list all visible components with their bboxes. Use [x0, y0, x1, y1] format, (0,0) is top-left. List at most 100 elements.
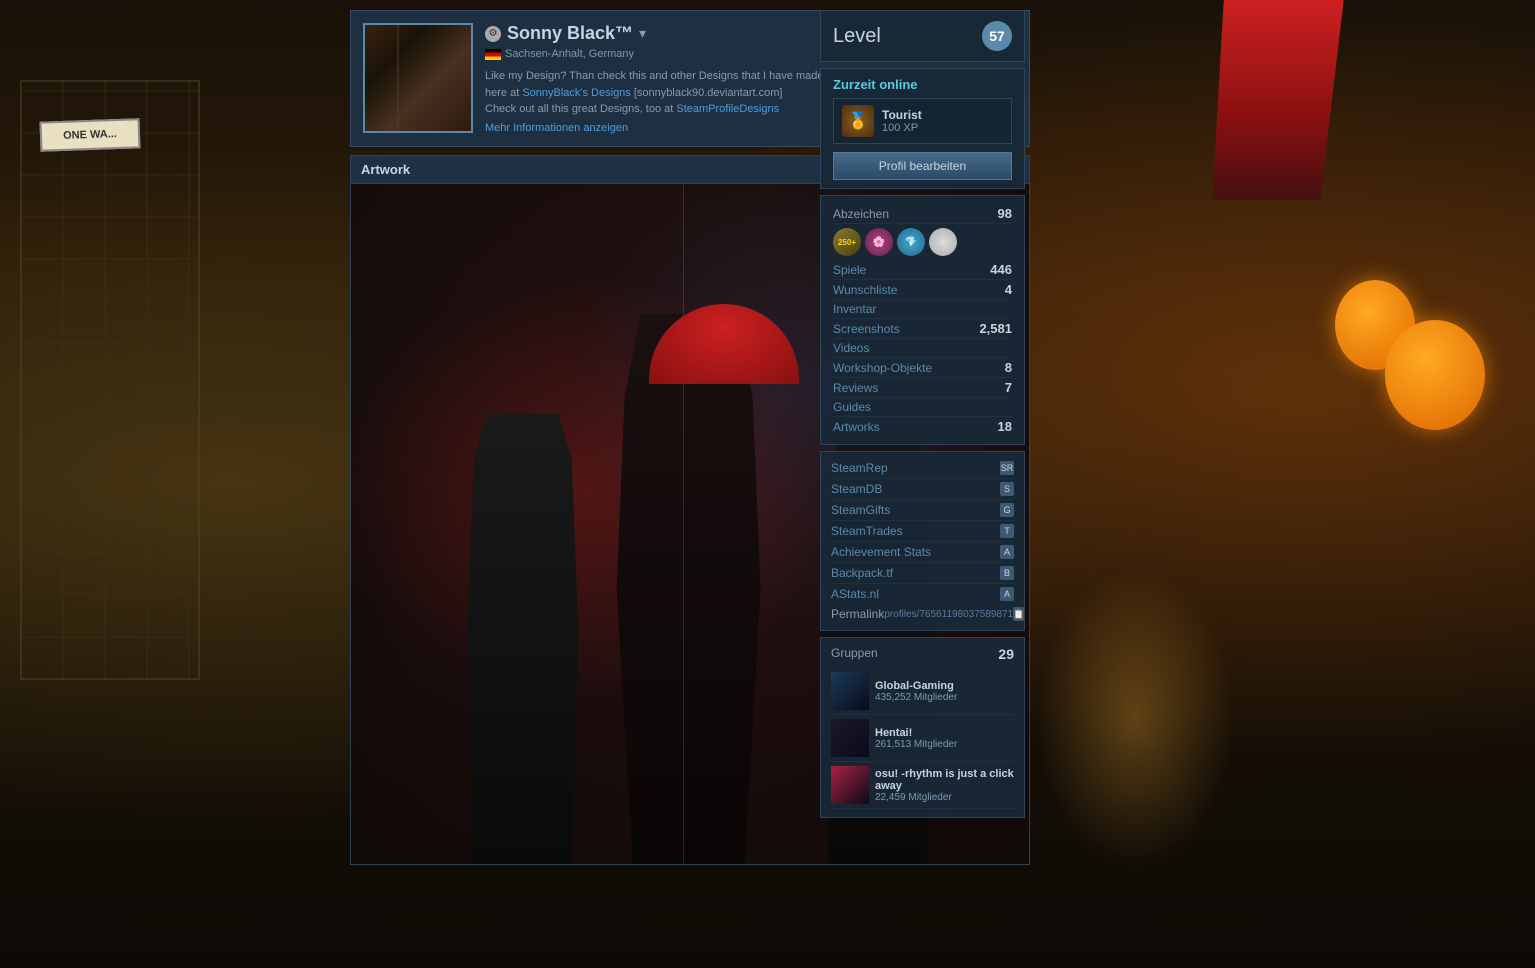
bio-link2-text: SteamProfileDesigns — [676, 103, 779, 115]
link-icon: T — [1000, 524, 1014, 538]
badges-stat-row: Abzeichen 98 — [833, 204, 1012, 224]
external-link[interactable]: AStats.nl — [831, 587, 879, 601]
permalink-copy-icon[interactable]: 📋 — [1013, 607, 1024, 621]
location-text: Sachsen-Anhalt, Germany — [505, 48, 634, 60]
steam-icon: ⚙ — [485, 26, 501, 42]
stat-label: Screenshots — [833, 322, 900, 336]
artwork-label: Artwork — [361, 162, 410, 177]
link-label: SteamGifts — [831, 503, 890, 517]
external-link[interactable]: SteamGifts — [831, 503, 890, 517]
profile-name: Sonny Black™ — [507, 23, 633, 44]
stat-label: Inventar — [833, 302, 876, 316]
stat-link[interactable]: Workshop-Objekte — [833, 361, 932, 375]
link-icon: A — [1000, 545, 1014, 559]
stat-link[interactable]: Wunschliste — [833, 283, 897, 297]
groups-panel: Gruppen 29 Global-Gaming 435,252 Mitglie… — [820, 637, 1025, 818]
link-row: Backpack.tf B — [831, 563, 1014, 584]
tourist-badge-box: 🏅 Tourist 100 XP — [833, 98, 1012, 144]
group-members: 435,252 Mitglieder — [875, 692, 1014, 703]
lantern-2 — [1385, 320, 1485, 430]
stat-link[interactable]: Videos — [833, 341, 869, 355]
profile-edit-arrow: ▾ — [639, 25, 646, 42]
stat-link[interactable]: Inventar — [833, 302, 876, 316]
stat-value: 446 — [990, 262, 1012, 277]
group-avatar — [831, 766, 869, 804]
group-avatar — [831, 672, 869, 710]
stat-link[interactable]: Artworks — [833, 420, 880, 434]
badges-count: 98 — [998, 206, 1012, 221]
link-row: SteamGifts G — [831, 500, 1014, 521]
link-icon: SR — [1000, 461, 1014, 475]
tourist-xp: 100 XP — [882, 122, 1003, 134]
groups-header: Gruppen 29 — [831, 646, 1014, 662]
link-label: Achievement Stats — [831, 545, 931, 559]
avatar-image — [365, 25, 471, 131]
external-link[interactable]: SteamDB — [831, 482, 882, 496]
group-item[interactable]: osu! -rhythm is just a click away 22,459… — [831, 762, 1014, 809]
character-left — [453, 414, 593, 864]
external-link[interactable]: SteamRep — [831, 461, 888, 475]
group-name: Global-Gaming — [875, 680, 1014, 692]
permalink-row: Permalink profiles/76561198037589871 📋 — [831, 604, 1014, 624]
bio-line3: Check out all this great Designs, too at — [485, 103, 676, 115]
stat-value: 2,581 — [979, 321, 1012, 336]
external-link[interactable]: Achievement Stats — [831, 545, 931, 559]
stat-label: Reviews — [833, 381, 878, 395]
link-row: SteamRep SR — [831, 458, 1014, 479]
sign-text: ONE WA... — [63, 128, 117, 142]
stat-label: Videos — [833, 341, 869, 355]
building-grid-texture — [20, 80, 200, 680]
link-row: Achievement Stats A — [831, 542, 1014, 563]
stat-row: Screenshots 2,581 — [833, 319, 1012, 339]
stat-link[interactable]: Spiele — [833, 263, 866, 277]
permalink-value: profiles/76561198037589871 — [884, 609, 1013, 620]
right-glow-effect — [1035, 568, 1235, 868]
bio-link-sonny[interactable]: SonnyBlack's Designs — [522, 87, 631, 99]
group-item[interactable]: Global-Gaming 435,252 Mitglieder — [831, 668, 1014, 715]
groups-label: Gruppen — [831, 646, 878, 662]
stat-link[interactable]: Reviews — [833, 381, 878, 395]
edit-profile-button[interactable]: Profil bearbeiten — [833, 152, 1012, 180]
external-link[interactable]: SteamTrades — [831, 524, 903, 538]
stat-row: Guides — [833, 398, 1012, 417]
stat-row: Wunschliste 4 — [833, 280, 1012, 300]
avatar-box — [363, 23, 473, 133]
link-icon: S — [1000, 482, 1014, 496]
link-label: Backpack.tf — [831, 566, 893, 580]
online-status-label: Zurzeit online — [833, 77, 1012, 92]
group-avatar — [831, 719, 869, 757]
bio-link1-url: [sonnyblack90.deviantart.com] — [634, 87, 783, 99]
external-link[interactable]: Backpack.tf — [831, 566, 893, 580]
link-row: AStats.nl A — [831, 584, 1014, 604]
stat-label: Guides — [833, 400, 871, 414]
badge-aqua: 💎 — [897, 228, 925, 256]
germany-flag — [485, 49, 501, 60]
bio-link1-text: SonnyBlack's Designs — [522, 87, 631, 99]
group-info: Global-Gaming 435,252 Mitglieder — [875, 680, 1014, 703]
stat-value: 18 — [998, 419, 1012, 434]
stat-row: Inventar — [833, 300, 1012, 319]
group-info: osu! -rhythm is just a click away 22,459… — [875, 768, 1014, 803]
stat-row: Workshop-Objekte 8 — [833, 358, 1012, 378]
link-row: SteamDB S — [831, 479, 1014, 500]
stat-label: Spiele — [833, 263, 866, 277]
badge-white — [929, 228, 957, 256]
group-item[interactable]: Hentai! 261,513 Mitglieder — [831, 715, 1014, 762]
stat-link[interactable]: Guides — [833, 400, 871, 414]
stat-row: Spiele 446 — [833, 260, 1012, 280]
group-name: Hentai! — [875, 727, 1014, 739]
bio-line2: here at — [485, 87, 522, 99]
stat-row: Artworks 18 — [833, 417, 1012, 436]
group-name: osu! -rhythm is just a click away — [875, 768, 1014, 792]
red-banner-decoration — [1206, 0, 1343, 200]
stat-link[interactable]: Screenshots — [833, 322, 900, 336]
group-members: 22,459 Mitglieder — [875, 792, 1014, 803]
bio-line1: Like my Design? Than check this and othe… — [485, 70, 824, 82]
edit-profile-label: Profil bearbeiten — [879, 159, 966, 173]
bio-link-steam[interactable]: SteamProfileDesigns — [676, 103, 779, 115]
groups-list: Global-Gaming 435,252 Mitglieder Hentai!… — [831, 668, 1014, 809]
character-center — [609, 314, 769, 864]
badges-row: 250+ 🌸 💎 — [833, 224, 1012, 260]
link-label: SteamRep — [831, 461, 888, 475]
badge-game: 🌸 — [865, 228, 893, 256]
